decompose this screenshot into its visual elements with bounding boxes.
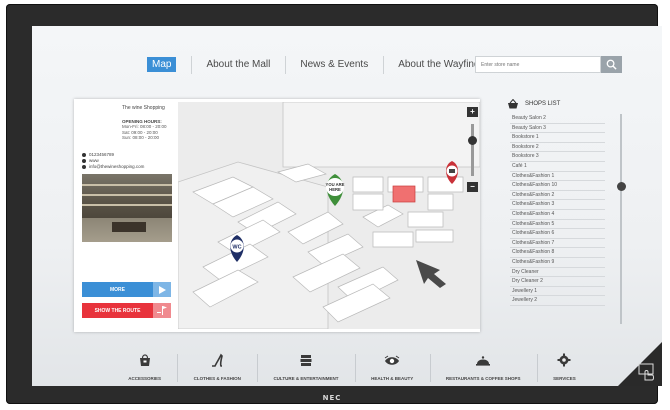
pin-icon (82, 165, 86, 169)
monitor-bezel: NEC Map About the Mall News & Events Abo… (6, 4, 662, 404)
shops-list-header: SHOPS LIST (507, 99, 560, 109)
category-accessories[interactable]: ACCESSORIES (112, 346, 177, 386)
shop-list-item[interactable]: Clothes&Fashion 2 (510, 191, 605, 201)
shop-list-item[interactable]: Dry Cleaner (510, 268, 605, 278)
category-services[interactable]: SERVICES (536, 346, 592, 386)
category-clothes-fashion[interactable]: CLOTHES & FASHION (177, 346, 257, 386)
shop-list-item[interactable]: Beauty Salon 3 (510, 124, 605, 134)
mall-map[interactable]: YOU ARE HERE WC + − (178, 102, 480, 329)
category-label: HEALTH & BEAUTY (371, 376, 414, 381)
category-label: RESTAURANTS & COFFEE SHOPS (445, 376, 521, 381)
shop-list-item[interactable]: Beauty Salon 2 (510, 114, 605, 124)
shop-list-item[interactable]: Café 1 (510, 162, 605, 172)
email-text: info@thewineshopping.com (89, 164, 145, 169)
contact-details: 0123456789 www info@thewineshopping.com (82, 152, 144, 170)
zoom-slider-handle[interactable] (468, 136, 477, 145)
shop-list-item[interactable]: Bookstore 1 (510, 133, 605, 143)
shop-list-item[interactable]: Clothes&Fashion 3 (510, 200, 605, 210)
svg-text:HERE: HERE (329, 187, 341, 192)
category-health-beauty[interactable]: HEALTH & BEAUTY (354, 346, 430, 386)
nav-tab-map[interactable]: Map (132, 54, 191, 76)
shops-list: Beauty Salon 2 Beauty Salon 3 Bookstore 1B… (510, 114, 605, 306)
zoom-slider-track[interactable] (471, 124, 474, 176)
map-panel: The wine Shopping OPENING HOURS: Mon-Fri… (74, 99, 480, 332)
basket-icon (508, 99, 518, 109)
shop-photo (82, 174, 172, 242)
shops-list-title: SHOPS LIST (525, 101, 561, 107)
shop-info-card: The wine Shopping OPENING HOURS: Mon-Fri… (77, 102, 177, 329)
touch-hand-icon[interactable] (636, 362, 658, 382)
search-input[interactable] (475, 56, 601, 73)
zoom-in-button[interactable]: + (467, 107, 478, 117)
gear-icon (557, 353, 571, 372)
eye-icon (384, 354, 400, 372)
shop-list-item[interactable]: Clothes&Fashion 7 (510, 239, 605, 249)
category-label: CLOTHES & FASHION (193, 376, 241, 381)
store-search (475, 56, 622, 73)
nav-tab-news-events[interactable]: News & Events (285, 54, 383, 76)
shop-list-item[interactable]: Clothes&Fashion 8 (510, 248, 605, 258)
search-button[interactable] (601, 56, 622, 73)
books-icon (299, 353, 313, 372)
shop-name: The wine Shopping (122, 105, 165, 111)
show-route-button[interactable]: SHOW THE ROUTE (82, 303, 171, 318)
show-route-label: SHOW THE ROUTE (94, 307, 141, 314)
shop-list-item[interactable]: Clothes&Fashion 10 (510, 181, 605, 191)
shop-list-item[interactable]: Clothes&Fashion 9 (510, 258, 605, 268)
shop-list-item[interactable]: Clothes&Fashion 1 (510, 172, 605, 182)
shop-list-item[interactable]: Dry Cleaner 2 (510, 277, 605, 287)
category-bar: ACCESSORIES CLOTHES & FASHION CULTURE & EN… (112, 346, 592, 386)
category-label: CULTURE & ENTERTAINMENT (273, 376, 339, 381)
kiosk-screen: Map About the Mall News & Events About t… (32, 26, 662, 386)
category-restaurants-coffee-shops[interactable]: RESTAURANTS & COFFEE SHOPS (429, 346, 537, 386)
category-culture-entertainment[interactable]: CULTURE & ENTERTAINMENT (257, 346, 355, 386)
search-icon (606, 59, 617, 70)
cloche-icon (475, 353, 491, 372)
category-label: ACCESSORIES (128, 376, 162, 381)
main-nav: Map About the Mall News & Events About t… (132, 54, 503, 76)
shop-list-item[interactable]: Clothes&Fashion 5 (510, 220, 605, 230)
shop-list-item[interactable]: Jewellery 2 (510, 296, 605, 306)
nav-tab-about-mall[interactable]: About the Mall (191, 54, 285, 76)
phone-icon (82, 153, 86, 157)
shop-list-item[interactable]: Jewellery 1 (510, 287, 605, 297)
contact-email: info@thewineshopping.com (82, 164, 144, 170)
bag-icon (138, 353, 152, 372)
globe-icon (82, 159, 86, 163)
shop-list-item[interactable]: Bookstore 3 (510, 152, 605, 162)
shops-scroll-track[interactable] (620, 114, 622, 324)
category-label: SERVICES (553, 376, 576, 381)
shop-list-item[interactable]: Clothes&Fashion 4 (510, 210, 605, 220)
route-flag-icon (153, 303, 171, 318)
highlighted-shop[interactable] (392, 185, 416, 203)
opening-hours: Mon-Fri: 08:00 - 20:00 Sat: 09:00 - 20:0… (122, 124, 177, 141)
monitor-brand-logo: NEC (322, 394, 342, 402)
shops-scroll-thumb[interactable] (617, 182, 626, 191)
floor-plan: YOU ARE HERE WC (178, 102, 480, 329)
more-button[interactable]: MORE (82, 282, 171, 297)
play-icon (153, 282, 171, 297)
hours-sunday: Sun: 08:00 - 20:00 (122, 135, 160, 140)
svg-text:WC: WC (232, 245, 241, 251)
zoom-out-button[interactable]: − (467, 182, 478, 192)
heel-icon (210, 353, 224, 372)
shop-list-item[interactable]: Clothes&Fashion 6 (510, 229, 605, 239)
shop-list-item[interactable]: Bookstore 2 (510, 143, 605, 153)
more-button-label: MORE (110, 286, 125, 293)
